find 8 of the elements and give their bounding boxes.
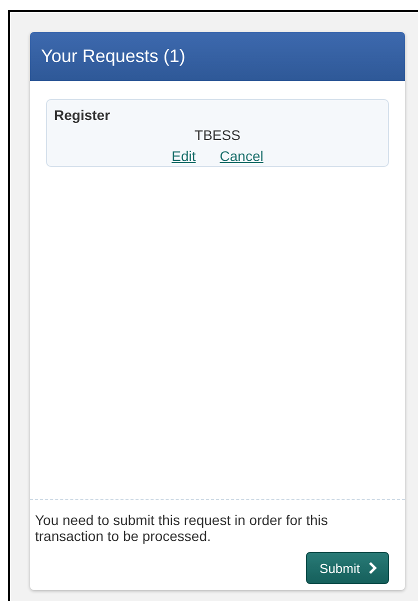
action-link[interactable]: Edit bbox=[172, 148, 196, 164]
action-link[interactable]: Cancel bbox=[220, 148, 264, 164]
submit-button[interactable]: Submit bbox=[306, 552, 389, 584]
request-type: Register bbox=[54, 107, 112, 123]
request-code: TBESS bbox=[194, 127, 242, 143]
submit-message: You need to submit this request in order for this transaction to be processed. bbox=[35, 512, 329, 544]
panel-title: Your Requests (1) bbox=[30, 32, 405, 81]
chevron-right-icon bbox=[368, 562, 377, 574]
